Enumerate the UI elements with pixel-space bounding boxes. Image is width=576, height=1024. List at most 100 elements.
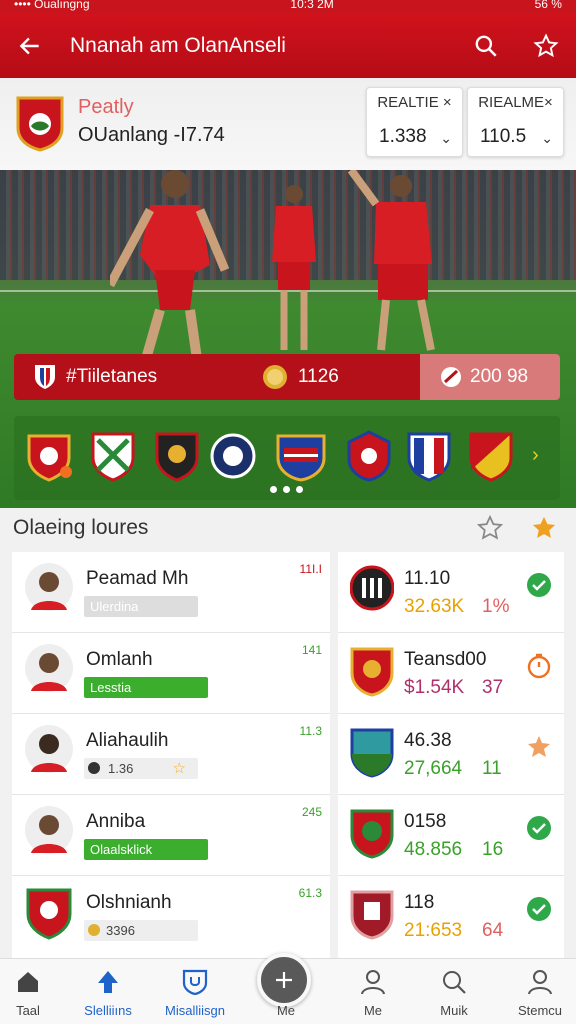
nav-item-me[interactable]: Me [331,959,415,1024]
teams-list: 11.10 32.63K 1% Teansd00 $1.54K 37 46.38… [338,552,564,960]
player-number: 61.3 [298,886,322,900]
chevron-right-icon[interactable]: › [532,444,539,467]
team-crest-icon[interactable] [210,430,256,482]
team-stat-b: 16 [482,839,504,860]
team-stat-b: 11 [482,758,502,779]
team-score: 118 [404,892,435,913]
team-crest-icon[interactable] [90,430,136,482]
match-stat-bar[interactable]: #Tiiletanes 1126 200 98 [14,354,560,400]
player-row[interactable]: Peamad Mh 11I.I Ulerdina [12,552,330,633]
star-outline-icon[interactable] [476,514,504,542]
bottom-nav: Taal Slelliiıns Misalliisgn Me Me Muik S… [0,953,576,1024]
player-tag: Lesstia [84,677,208,698]
back-button[interactable] [0,14,60,78]
team-crest-icon [16,96,64,152]
stat-right-value: 200 98 [470,366,529,387]
nav-label: Taal [16,1003,40,1018]
team-crest-icon[interactable] [468,430,514,482]
chevron-down-icon: ⌄ [541,130,553,146]
home-icon [18,972,38,992]
team-stat-a: $1.54K [404,677,465,698]
nav-item-home[interactable]: Taal [0,959,70,1024]
coin-icon [88,924,100,936]
player-name: Olshnianh [86,892,172,913]
user-icon [528,970,552,995]
team-row[interactable]: 11.10 32.63K 1% [338,552,564,633]
team-crest-icon[interactable] [274,430,328,482]
player-row[interactable]: Omlanh 141 Lesstia [12,633,330,714]
team-crest-icon[interactable] [154,430,200,482]
player-avatar [25,725,73,773]
search-icon [443,971,466,994]
team-crest-icon [350,647,394,697]
pill-value: 1.338 [379,126,427,147]
player-row[interactable]: Olshnianh 61.3 3396 [12,876,330,957]
team-stat-a: 32.63K [404,596,465,617]
star-outline-icon [533,33,559,58]
page-title: Nnanah am OlanAnseli [70,34,286,57]
team-stat-a: 27,664 [404,758,463,779]
coin-icon [263,365,287,389]
player-tag: 3396 [84,920,198,941]
section-title: Olaeing loures [13,516,149,539]
nav-item-settings[interactable]: Slelliiıns [66,959,150,1024]
team-row[interactable]: 118 21:653 64 [338,876,564,957]
realtie-dropdown[interactable]: REALTIE × 1.338 ⌄ [366,87,463,157]
team-stat-b: 37 [482,677,504,698]
team-crest-icon [350,565,394,611]
team-score: 46.38 [404,730,452,751]
pill-label: RIEALME× [478,94,553,111]
team-row[interactable]: 46.38 27,664 11 [338,714,564,795]
player-figure [347,170,435,351]
player-avatar [25,644,73,692]
player-avatar [25,563,73,611]
nav-item-music[interactable]: Muik [412,959,496,1024]
nav-label: Slelliiıns [84,1003,132,1018]
player-avatar [25,806,73,854]
stat-label: #Tiiletanes [66,366,158,387]
player-name: Anniba [86,811,146,832]
shield-badge-icon [182,969,208,995]
team-score: 11.10 [404,568,451,589]
search-button[interactable] [456,14,516,78]
nav-item-me-fab[interactable]: Me [244,959,328,1024]
nav-item-missions[interactable]: Misalliisgn [153,959,237,1024]
player-number: 11.3 [299,724,322,738]
team-stat-a: 21:653 [404,920,463,941]
ball-icon [88,762,100,774]
star-filled-icon[interactable] [530,514,558,542]
player-number: 245 [301,805,322,819]
nav-item-settings-menu[interactable]: Stemcu [498,959,576,1024]
favorite-button[interactable] [516,14,576,78]
team-crest-icon [350,809,394,859]
carousel-dots [270,486,303,493]
player-tag-value: 1.36 [108,761,134,776]
pill-label: REALTIE × [377,94,452,111]
realme-dropdown[interactable]: RIEALME× 110.5 ⌄ [467,87,564,157]
nav-label: Muik [440,1003,468,1018]
team-row[interactable]: 0158 48.856 16 [338,795,564,876]
team-row[interactable]: Teansd00 $1.54K 37 [338,633,564,714]
match-line: OUanlang -I7.74 [78,124,225,146]
check-icon [527,573,551,597]
team-crest-icon[interactable] [26,430,72,482]
check-icon [527,897,551,921]
player-number: 141 [301,643,322,657]
team-crest-icon[interactable] [406,430,452,482]
carrier-label: •••• Oualıngng [14,0,90,11]
player-row[interactable]: Aliahaulih 11.3 1.36 ☆ [12,714,330,795]
team-crest-icon[interactable] [346,430,392,482]
player-figure [272,185,316,350]
search-icon [475,35,497,57]
player-name: Omlanh [86,649,153,670]
player-row[interactable]: Anniba 245 Olaalsklick [12,795,330,876]
status-bar: •••• Oualıngng 10:3 2M 56 % [0,0,576,14]
team-score: Teansd00 [404,649,487,670]
nav-label: Misalliisgn [165,1003,225,1018]
player-tag: Ulerdina [84,596,198,617]
timer-icon [527,653,551,679]
star-badge-icon [528,736,550,757]
battery-label: 56 % [534,0,562,11]
clock: 10:3 2M [290,0,334,11]
player-tag-value: 3396 [106,923,135,938]
